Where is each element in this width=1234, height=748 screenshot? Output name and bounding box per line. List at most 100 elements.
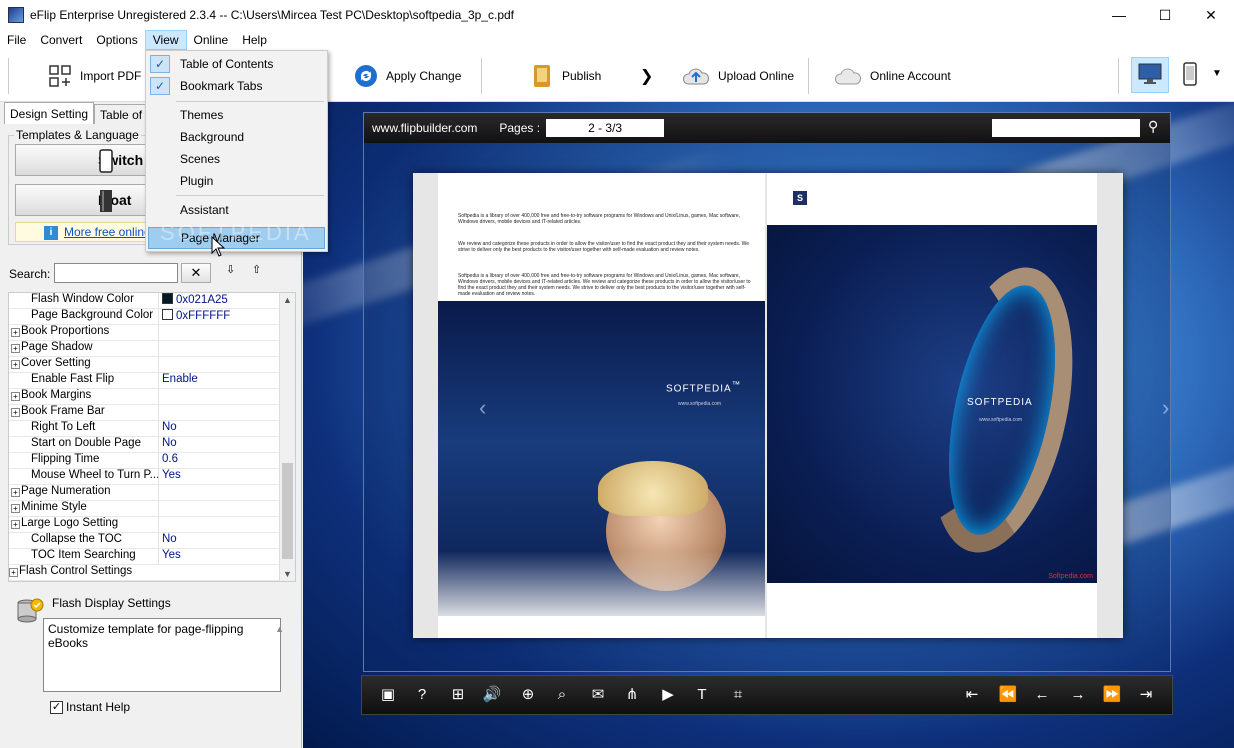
last-page-icon[interactable]: ⇥ bbox=[1136, 685, 1156, 705]
property-scrollbar[interactable]: ▲ ▼ bbox=[279, 293, 295, 581]
thumbnails-icon[interactable]: ⊞ bbox=[448, 685, 468, 705]
more-free-online-link[interactable]: More free online bbox=[64, 225, 151, 239]
property-row[interactable]: + Book Frame Bar bbox=[9, 405, 281, 421]
property-value[interactable]: 0.6 bbox=[159, 453, 178, 468]
menu-file[interactable]: File bbox=[0, 30, 33, 50]
sort-down-icon[interactable]: ⇩ bbox=[226, 263, 244, 283]
menu-help[interactable]: Help bbox=[235, 30, 274, 50]
property-row[interactable]: + Page Numeration bbox=[9, 485, 281, 501]
property-row[interactable]: TOC Item Searching Yes bbox=[9, 549, 281, 565]
menu-item-plugin[interactable]: Plugin bbox=[146, 170, 327, 192]
menu-item-assistant[interactable]: Assistant bbox=[146, 199, 327, 221]
property-row[interactable]: + Flash Control Settings bbox=[9, 565, 281, 581]
crop-icon[interactable]: ⌗ bbox=[728, 685, 748, 705]
property-row[interactable]: + Minime Style bbox=[9, 501, 281, 517]
sound-icon[interactable]: 🔊 bbox=[482, 685, 502, 705]
property-value[interactable] bbox=[159, 325, 162, 340]
property-value[interactable] bbox=[159, 389, 162, 404]
fullscreen-icon[interactable]: ▣ bbox=[378, 685, 398, 705]
menu-online[interactable]: Online bbox=[187, 30, 236, 50]
pages-input[interactable]: 2 - 3/3 bbox=[546, 119, 665, 137]
search-input[interactable] bbox=[54, 263, 178, 283]
property-row[interactable]: Mouse Wheel to Turn P... Yes bbox=[9, 469, 281, 485]
import-pdf-button[interactable]: Import PDF bbox=[48, 58, 141, 94]
menu-item-table-of-contents[interactable]: ✓ Table of Contents bbox=[146, 53, 327, 75]
property-value[interactable]: No bbox=[159, 533, 177, 548]
expand-icon[interactable]: + bbox=[11, 408, 20, 417]
scroll-up-icon[interactable]: ▲ bbox=[283, 295, 292, 305]
property-value[interactable]: Yes bbox=[159, 549, 181, 564]
property-row[interactable]: + Book Proportions bbox=[9, 325, 281, 341]
menu-convert[interactable]: Convert bbox=[33, 30, 89, 50]
upload-online-button[interactable]: Upload Online bbox=[682, 58, 794, 94]
first-page-icon[interactable]: ⇤ bbox=[962, 685, 982, 705]
property-value[interactable]: 0xFFFFFF bbox=[159, 309, 230, 324]
expand-icon[interactable]: + bbox=[11, 488, 20, 497]
next-page-arrow[interactable]: › bbox=[1162, 395, 1169, 421]
menu-item-background[interactable]: Background bbox=[146, 126, 327, 148]
online-account-button[interactable]: Online Account bbox=[834, 58, 951, 94]
next-page-icon[interactable]: → bbox=[1068, 685, 1088, 705]
property-value[interactable] bbox=[159, 341, 162, 356]
close-button[interactable]: ✕ bbox=[1188, 0, 1234, 30]
property-value[interactable] bbox=[159, 501, 162, 516]
minimize-button[interactable]: — bbox=[1096, 0, 1142, 30]
search-icon[interactable]: ⚲ bbox=[1148, 118, 1158, 135]
property-row[interactable]: Start on Double Page No bbox=[9, 437, 281, 453]
expand-icon[interactable]: + bbox=[11, 344, 20, 353]
property-value[interactable]: No bbox=[159, 437, 177, 452]
property-value[interactable] bbox=[159, 517, 162, 532]
mobile-view-button[interactable] bbox=[1178, 57, 1202, 93]
site-link[interactable]: www.flipbuilder.com bbox=[372, 121, 477, 135]
expand-icon[interactable]: + bbox=[11, 520, 20, 529]
next-step-icon[interactable]: ⏩ bbox=[1102, 685, 1122, 705]
prev-page-icon[interactable]: ← bbox=[1032, 685, 1052, 705]
property-row[interactable]: + Cover Setting bbox=[9, 357, 281, 373]
toolbar-more-dropdown[interactable]: ▼ bbox=[1212, 68, 1222, 79]
apply-change-button[interactable]: Apply Change bbox=[354, 58, 461, 94]
autoplay-icon[interactable]: ▶ bbox=[658, 685, 678, 705]
scroll-thumb[interactable] bbox=[282, 463, 293, 559]
menu-item-themes[interactable]: Themes bbox=[146, 104, 327, 126]
property-value[interactable]: No bbox=[159, 421, 177, 436]
sort-up-icon[interactable]: ⇧ bbox=[252, 263, 270, 283]
property-row[interactable]: Collapse the TOC No bbox=[9, 533, 281, 549]
property-row[interactable]: + Book Margins bbox=[9, 389, 281, 405]
checkbox-checked[interactable]: ✓ bbox=[50, 700, 63, 714]
menu-item-scenes[interactable]: Scenes bbox=[146, 148, 327, 170]
left-page[interactable]: Softpedia is a library of over 400,000 f… bbox=[438, 173, 765, 638]
property-row[interactable]: + Page Shadow bbox=[9, 341, 281, 357]
property-value[interactable] bbox=[159, 485, 162, 500]
menu-item-bookmark-tabs[interactable]: ✓ Bookmark Tabs bbox=[146, 75, 327, 97]
tab-design-setting[interactable]: Design Setting bbox=[4, 102, 95, 124]
property-row[interactable]: Flipping Time 0.6 bbox=[9, 453, 281, 469]
property-row[interactable]: + Large Logo Setting bbox=[9, 517, 281, 533]
menu-options[interactable]: Options bbox=[89, 30, 144, 50]
prev-page-arrow[interactable]: ‹ bbox=[479, 395, 486, 421]
zoom-in-icon[interactable]: ⊕ bbox=[518, 685, 538, 705]
property-row[interactable]: Flash Window Color 0x021A25 bbox=[9, 293, 281, 309]
scroll-down-icon[interactable]: ▼ bbox=[283, 569, 292, 579]
property-value[interactable] bbox=[159, 357, 162, 372]
expand-icon[interactable]: + bbox=[11, 392, 20, 401]
property-row[interactable]: Enable Fast Flip Enable bbox=[9, 373, 281, 389]
right-page[interactable]: S SOFTPEDIA www.softpedia.com Softpedia.… bbox=[767, 173, 1097, 638]
property-row[interactable]: Right To Left No bbox=[9, 421, 281, 437]
share-icon[interactable]: ⋔ bbox=[622, 685, 642, 705]
property-value[interactable]: Yes bbox=[159, 469, 181, 484]
property-value[interactable] bbox=[159, 405, 162, 420]
property-value[interactable]: 0x021A25 bbox=[159, 293, 228, 308]
prev-step-icon[interactable]: ⏪ bbox=[998, 685, 1018, 705]
expand-icon[interactable]: + bbox=[11, 328, 20, 337]
instant-help-checkbox[interactable]: ✓ Instant Help bbox=[50, 700, 130, 714]
property-row[interactable]: Page Background Color 0xFFFFFF bbox=[9, 309, 281, 325]
clear-search-button[interactable]: ✕ bbox=[181, 263, 211, 283]
desktop-view-button[interactable] bbox=[1131, 57, 1169, 93]
expand-icon[interactable]: + bbox=[9, 568, 18, 577]
publish-button[interactable]: Publish bbox=[530, 58, 601, 94]
viewer-search-input[interactable] bbox=[992, 119, 1140, 137]
maximize-button[interactable]: ☐ bbox=[1142, 0, 1188, 30]
email-icon[interactable]: ✉ bbox=[588, 685, 608, 705]
expand-icon[interactable]: + bbox=[11, 504, 20, 513]
expand-icon[interactable]: + bbox=[11, 360, 20, 369]
